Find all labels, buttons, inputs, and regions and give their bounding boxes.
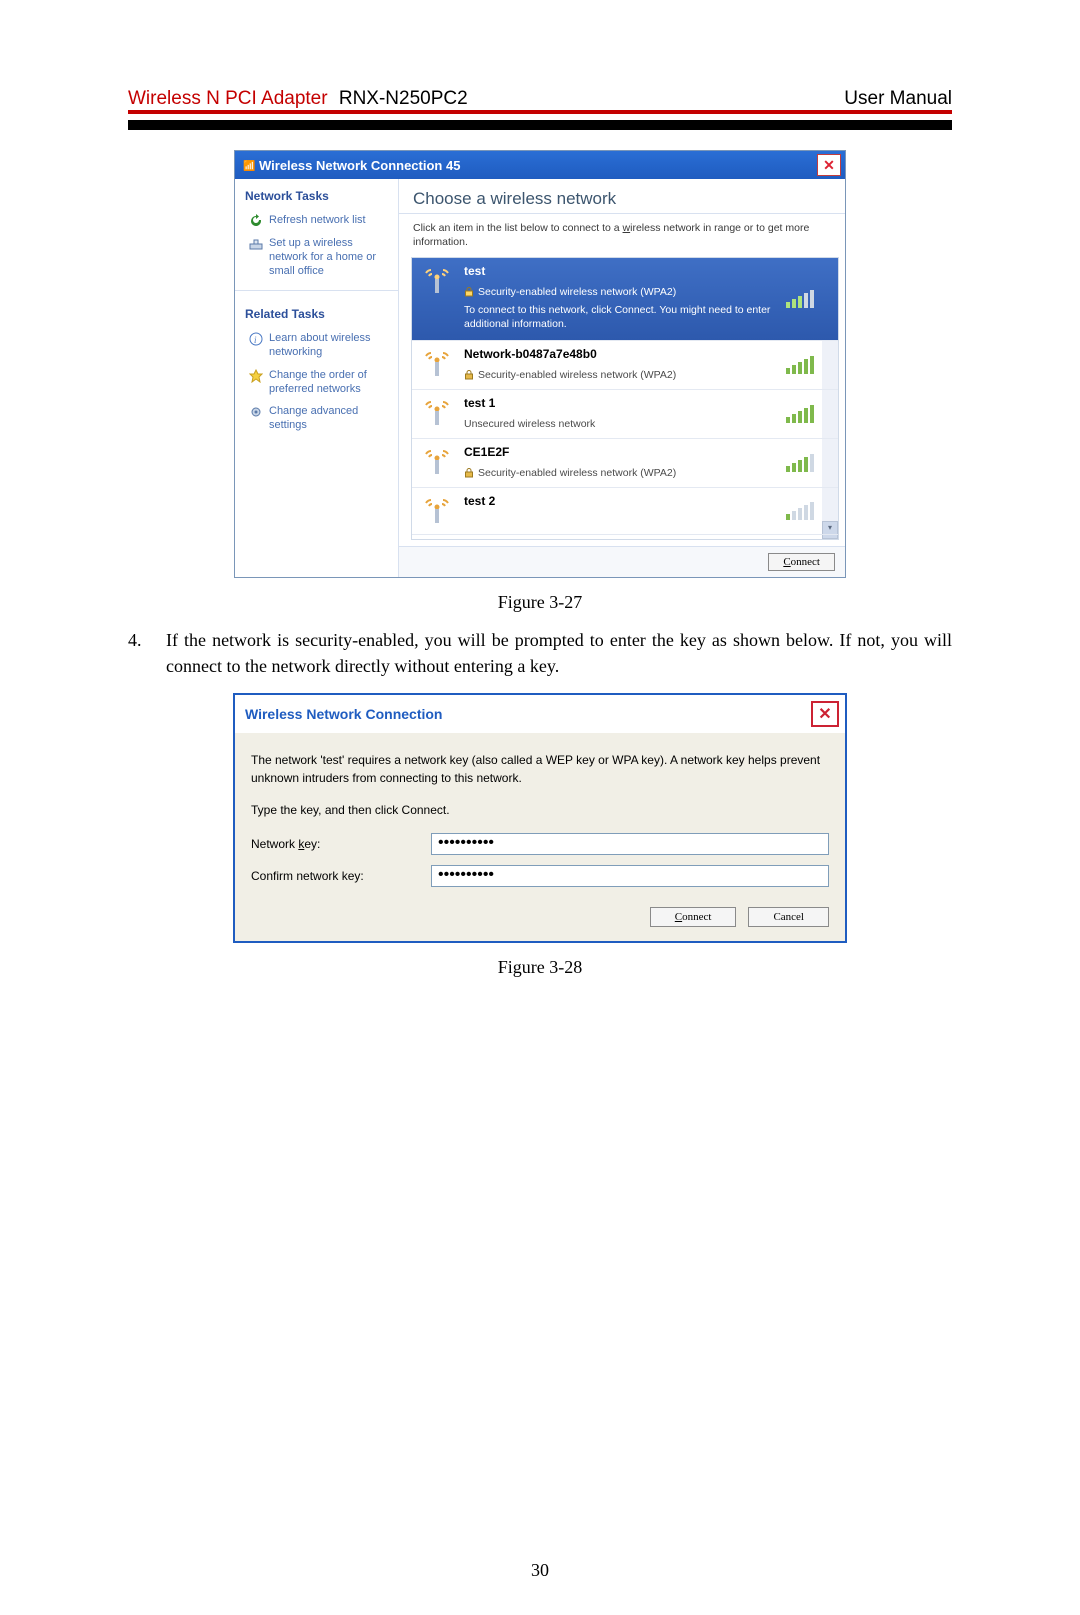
sidebar-item-label: Change the order of preferred networks — [269, 369, 390, 397]
titlebar[interactable]: Wireless Network Connection ✕ — [235, 695, 845, 733]
titlebar[interactable]: 📶 Wireless Network Connection 45 ✕ — [235, 151, 845, 179]
dialog-wireless-network-connection: 📶 Wireless Network Connection 45 ✕ Netwo… — [234, 150, 846, 578]
signal-strength-icon — [786, 452, 816, 474]
list-number: 4. — [128, 627, 166, 679]
antenna-icon — [420, 264, 454, 331]
input-network-key[interactable]: •••••••••• — [431, 833, 829, 855]
dialog-network-key: Wireless Network Connection ✕ The networ… — [233, 693, 847, 943]
network-name: CE1E2F — [464, 445, 816, 459]
network-security: Security-enabled wireless network (WPA2) — [464, 286, 816, 298]
antenna-icon — [420, 396, 454, 430]
connect-button[interactable]: Connect — [768, 553, 835, 571]
main-heading: Choose a wireless network — [399, 179, 845, 214]
close-button[interactable]: ✕ — [811, 701, 839, 727]
network-item-5[interactable]: test 2 — [412, 488, 838, 535]
sidebar-item-label: Change advanced settings — [269, 405, 390, 433]
network-item-4[interactable]: CE1E2F Security-enabled wireless network… — [412, 439, 838, 488]
antenna-icon — [420, 445, 454, 479]
cancel-button[interactable]: Cancel — [748, 907, 829, 927]
sidebar-item-refresh[interactable]: Refresh network list — [235, 211, 398, 234]
network-security: Security-enabled wireless network (WPA2) — [464, 369, 816, 381]
input-confirm-key[interactable]: •••••••••• — [431, 865, 829, 887]
network-name: test — [464, 264, 816, 278]
info-text-1: The network 'test' requires a network ke… — [251, 751, 829, 787]
refresh-icon — [249, 214, 263, 228]
setup-icon — [249, 237, 263, 251]
signal-strength-icon — [786, 500, 816, 522]
figure-caption-3-27: Figure 3-27 — [0, 592, 1080, 613]
product-name-red: Wireless N PCI Adapter — [128, 88, 328, 109]
sidebar-heading-related-tasks: Related Tasks — [235, 297, 398, 329]
signal-strength-icon — [786, 403, 816, 425]
titlebar-text: Wireless Network Connection — [245, 706, 811, 722]
titlebar-text: Wireless Network Connection 45 — [259, 158, 817, 173]
form-row-network-key: Network key: •••••••••• — [251, 833, 829, 855]
product-name-black: RNX-N250PC2 — [339, 88, 468, 109]
label-network-key: Network key: — [251, 837, 431, 851]
network-item-1[interactable]: test Security-enabled wireless network (… — [412, 258, 838, 340]
sidebar-divider — [235, 290, 398, 291]
close-button[interactable]: ✕ — [817, 154, 841, 176]
connect-button[interactable]: Connect — [650, 907, 737, 927]
antenna-icon — [420, 347, 454, 381]
header-rule-red — [128, 110, 952, 114]
sidebar-item-label: Set up a wireless network for a home or … — [269, 237, 390, 278]
figure-caption-3-28: Figure 3-28 — [0, 957, 1080, 978]
dialog-footer: Connect — [399, 546, 845, 577]
sidebar-item-label: Learn about wireless networking — [269, 332, 390, 360]
star-icon — [249, 369, 263, 383]
network-item-2[interactable]: Network-b0487a7e48b0 Security-enabled wi… — [412, 341, 838, 390]
header-rule-black — [128, 120, 952, 130]
network-security: Security-enabled wireless network (WPA2) — [464, 467, 816, 479]
sidebar-item-order[interactable]: Change the order of preferred networks — [235, 366, 398, 403]
step-4-paragraph: 4. If the network is security-enabled, y… — [128, 627, 952, 679]
network-security: Unsecured wireless network — [464, 418, 816, 430]
sidebar-item-learn[interactable]: i Learn about wireless networking — [235, 329, 398, 366]
sidebar-heading-network-tasks: Network Tasks — [235, 179, 398, 211]
sidebar-item-setup[interactable]: Set up a wireless network for a home or … — [235, 234, 398, 284]
wifi-titlebar-icon: 📶 — [243, 159, 255, 171]
network-item-3[interactable]: test 1 Unsecured wireless network — [412, 390, 838, 439]
main-subtext: Click an item in the list below to conne… — [399, 214, 845, 257]
page-header: Wireless N PCI Adapter RNX-N250PC2 User … — [128, 88, 952, 130]
network-name: test 1 — [464, 396, 816, 410]
sidebar-item-label: Refresh network list — [269, 214, 366, 228]
sidebar: Network Tasks Refresh network list Set u… — [235, 179, 399, 577]
svg-text:📶: 📶 — [243, 159, 255, 171]
paragraph-text: If the network is security-enabled, you … — [166, 627, 952, 679]
network-name: Network-b0487a7e48b0 — [464, 347, 816, 361]
antenna-icon — [420, 494, 454, 526]
info-text-2: Type the key, and then click Connect. — [251, 801, 829, 819]
signal-strength-icon — [786, 288, 816, 310]
form-row-confirm-key: Confirm network key: •••••••••• — [251, 865, 829, 887]
doc-type: User Manual — [844, 88, 952, 110]
network-name: test 2 — [464, 494, 816, 508]
label-confirm-key: Confirm network key: — [251, 869, 431, 883]
network-list[interactable]: ▴ ▾ test Security-enabled wireless netwo… — [411, 257, 839, 540]
info-icon: i — [249, 332, 263, 346]
network-help-text: To connect to this network, click Connec… — [464, 304, 816, 331]
sidebar-item-advanced[interactable]: Change advanced settings — [235, 402, 398, 439]
signal-strength-icon — [786, 354, 816, 376]
page-number: 30 — [0, 1560, 1080, 1581]
gear-icon — [249, 405, 263, 419]
main-panel: Choose a wireless network Click an item … — [399, 179, 845, 577]
